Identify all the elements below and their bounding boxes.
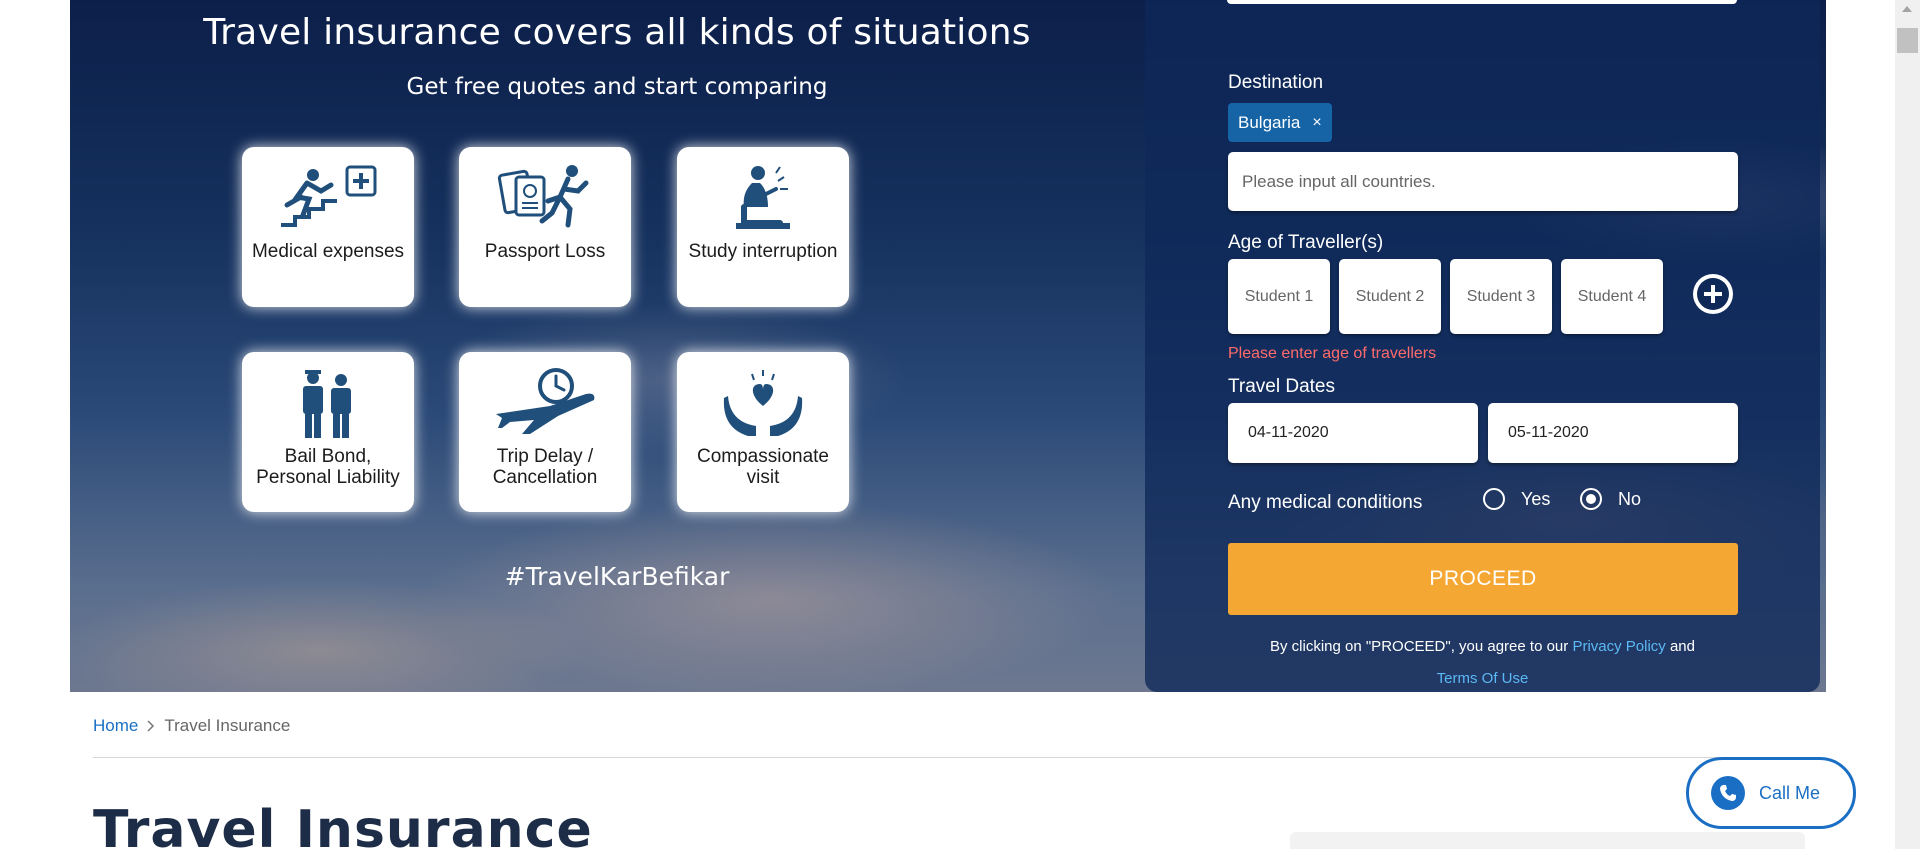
terms-row: Terms Of Use (1145, 670, 1820, 687)
card-label: Study interruption (688, 241, 838, 262)
medical-no-option[interactable]: No (1580, 488, 1641, 510)
divider (93, 757, 1805, 758)
radio-yes[interactable] (1483, 488, 1505, 510)
study-interruption-icon (736, 166, 790, 229)
card-label: Compassionate visit (693, 446, 833, 488)
plus-circle-icon (1697, 278, 1729, 310)
travel-dates-label: Travel Dates (1228, 376, 1335, 397)
card-label: Bail Bond, Personal Liability (252, 446, 404, 488)
card-label-line1: Compassionate (696, 446, 830, 467)
age-label: Age of Traveller(s) (1228, 232, 1384, 253)
destination-chip-label: Bulgaria (1238, 112, 1301, 132)
close-icon[interactable]: × (1312, 114, 1321, 132)
page-title: Travel Insurance (93, 800, 593, 849)
and-text: and (1669, 638, 1695, 655)
card-label: Passport Loss (484, 241, 606, 262)
proceed-button[interactable]: PROCEED (1228, 543, 1738, 615)
card-label-line2: visit (746, 467, 780, 488)
card-label-line2: Personal Liability (256, 467, 400, 488)
compassionate-visit-icon (723, 370, 803, 436)
medical-yes-option[interactable]: Yes (1483, 488, 1550, 510)
scroll-up-arrow-icon[interactable] (1902, 6, 1912, 12)
card-label: Medical expenses (251, 241, 405, 262)
destination-chip[interactable]: Bulgaria × (1228, 103, 1332, 142)
card-passport-loss: Passport Loss (459, 147, 631, 307)
age-input-student-3[interactable]: Student 3 (1450, 259, 1552, 334)
destination-label: Destination (1228, 72, 1324, 93)
hero-title: Travel insurance covers all kinds of sit… (203, 12, 1031, 53)
age-input-student-2[interactable]: Student 2 (1339, 259, 1441, 334)
countries-input[interactable] (1228, 152, 1738, 211)
card-medical-expenses: Medical expenses (242, 147, 414, 307)
card-bail-bond: Bail Bond, Personal Liability (242, 352, 414, 512)
previous-field-input[interactable] (1227, 0, 1737, 4)
breadcrumb-home-link[interactable]: Home (93, 716, 138, 736)
card-label: Trip Delay / Cancellation (489, 446, 602, 488)
card-label-line1: Bail Bond, (284, 446, 372, 467)
passport-loss-icon (497, 165, 589, 228)
radio-selected-dot (1586, 494, 1596, 504)
quote-form-panel: Destination Bulgaria × Age of Traveller(… (1145, 0, 1820, 692)
chevron-right-icon (147, 720, 155, 732)
age-error-message: Please enter age of travellers (1228, 345, 1437, 362)
medical-conditions-label: Any medical conditions (1228, 492, 1423, 513)
breadcrumb-current: Travel Insurance (164, 716, 291, 735)
card-compassionate-visit: Compassionate visit (677, 352, 849, 512)
radio-yes-label: Yes (1521, 488, 1551, 509)
side-panel (1290, 832, 1805, 849)
card-trip-delay: Trip Delay / Cancellation (459, 352, 631, 512)
bail-bond-icon (303, 370, 351, 438)
hero-subtitle: Get free quotes and start comparing (406, 74, 828, 100)
agreement-text: By clicking on "PROCEED", you agree to o… (1145, 638, 1820, 655)
date-from-input[interactable]: 04-11-2020 (1228, 403, 1478, 463)
date-to-input[interactable]: 05-11-2020 (1488, 403, 1738, 463)
age-input-student-1[interactable]: Student 1 (1228, 259, 1330, 334)
card-label-line2: Cancellation (492, 467, 598, 488)
scrollbar-track[interactable] (1895, 0, 1920, 849)
radio-no[interactable] (1580, 488, 1602, 510)
scrollbar-thumb[interactable] (1897, 28, 1918, 53)
call-me-button[interactable]: Call Me (1686, 757, 1856, 829)
card-label-line1: Trip Delay / (496, 446, 594, 467)
privacy-policy-link[interactable]: Privacy Policy (1572, 638, 1665, 655)
phone-icon (1711, 776, 1745, 810)
hero-banner: Travel insurance covers all kinds of sit… (70, 0, 1826, 692)
hashtag: #TravelKarBefikar (504, 562, 730, 591)
card-study-interruption: Study interruption (677, 147, 849, 307)
medical-fall-icon (281, 165, 377, 227)
add-traveller-button[interactable] (1693, 274, 1733, 314)
terms-of-use-link[interactable]: Terms Of Use (1437, 670, 1529, 687)
call-me-label: Call Me (1759, 782, 1821, 803)
breadcrumb: Home Travel Insurance (93, 716, 290, 736)
age-input-student-4[interactable]: Student 4 (1561, 259, 1663, 334)
radio-no-label: No (1618, 488, 1642, 509)
agree-text: By clicking on "PROCEED", you agree to o… (1269, 638, 1569, 655)
trip-delay-icon (496, 368, 595, 434)
